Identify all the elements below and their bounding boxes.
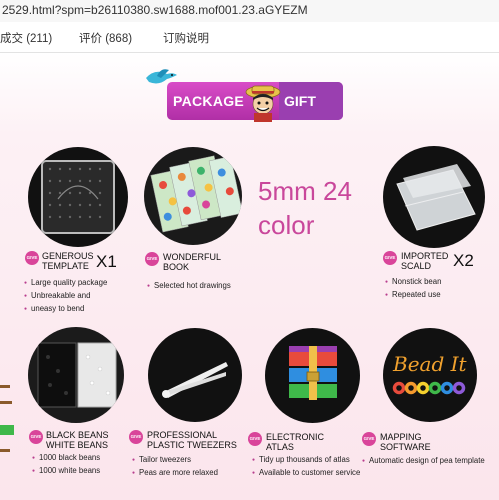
item-4-bullets: 1000 black beans 1000 white beans: [32, 452, 100, 478]
bead-it-logo-text: Bead It: [393, 352, 467, 376]
item-2-bullets: Selected hot drawings: [147, 280, 231, 293]
item-6-bullets: Tidy up thousands of atlas Available to …: [252, 454, 360, 480]
item-5-title-2: PLASTIC TWEEZERS: [147, 440, 237, 450]
item-5-bullet-2: Peas are more relaxed: [132, 467, 218, 480]
side-decoration: [0, 385, 14, 452]
tab-transactions[interactable]: 成交 (211): [0, 30, 52, 46]
bead-it-logo-image: Bead It: [383, 328, 477, 422]
give-badge-2: GIVE: [145, 252, 159, 266]
electronic-atlas-image: [265, 328, 360, 423]
item-6-title-2: ATLAS: [266, 442, 294, 452]
item-5-bullets: Tailor tweezers Peas are more relaxed: [132, 454, 218, 480]
item-4-bullet-1: 1000 black beans: [32, 452, 100, 465]
item-2-title-1: WONDERFUL: [163, 252, 221, 262]
item-7-bullet-1: Automatic design of pea template: [362, 455, 485, 468]
banner-gift-text: GIFT: [284, 93, 316, 109]
beans-bags-image: [28, 327, 124, 423]
pattern-book-image: [144, 147, 242, 245]
item-5-title-1: PROFESSIONAL: [147, 430, 218, 440]
item-3-title-1: IMPORTED: [401, 251, 449, 261]
headline-line-2: color: [258, 210, 315, 240]
item-2-bullet-1: Selected hot drawings: [147, 280, 231, 293]
item-1-title-2: TEMPLATE: [42, 261, 89, 271]
give-badge-7: GIVE: [362, 432, 376, 446]
item-3-bullet-2: Repeated use: [385, 289, 441, 302]
address-bar[interactable]: 2529.html?spm=b26110380.sw1688.mof001.23…: [0, 0, 499, 23]
item-1-bullet-1: Large quality package: [24, 277, 107, 290]
give-badge-1: GIVE: [25, 251, 39, 265]
item-1-bullets: Large quality package Unbreakable and un…: [24, 277, 107, 316]
item-1-multiplier: X1: [96, 252, 117, 271]
item-7-title-1: MAPPING: [380, 432, 422, 442]
item-4-title-2: WHITE BEANS: [46, 440, 109, 450]
item-1-bullet-2: Unbreakable and: [24, 290, 107, 303]
item-5-bullet-1: Tailor tweezers: [132, 454, 218, 467]
tab-reviews[interactable]: 评价 (868): [79, 30, 132, 46]
give-badge-6: GIVE: [248, 432, 262, 446]
url-text: 2529.html?spm=b26110380.sw1688.mof001.23…: [2, 3, 308, 17]
banner-package-text: PACKAGE: [173, 93, 245, 109]
tab-order-instructions[interactable]: 订购说明: [163, 30, 209, 46]
give-badge-5: GIVE: [129, 430, 143, 444]
give-badge-3: GIVE: [383, 251, 397, 265]
headline-line-1: 5mm 24: [258, 176, 352, 206]
item-7-bullets: Automatic design of pea template: [362, 455, 485, 468]
item-1-title-1: GENEROUS: [42, 251, 94, 261]
pirate-character-icon: [245, 85, 281, 122]
item-4-title-1: BLACK BEANS: [46, 430, 109, 440]
item-3-bullet-1: Nonstick bean: [385, 276, 441, 289]
item-3-multiplier: X2: [453, 251, 474, 270]
item-6-bullet-1: Tidy up thousands of atlas: [252, 454, 360, 467]
tab-bar: 成交 (211) 评价 (868) 订购说明: [0, 22, 499, 53]
item-7-title-2: SOFTWARE: [380, 442, 431, 452]
template-board-image: [28, 147, 128, 247]
item-2-title-2: BOOK: [163, 262, 190, 272]
item-3-bullets: Nonstick bean Repeated use: [385, 276, 441, 302]
item-6-bullet-2: Available to customer service: [252, 467, 360, 480]
tweezers-image: [148, 328, 242, 422]
item-3-title-2: SCALD: [401, 261, 432, 271]
scald-paper-image: [383, 146, 485, 248]
item-6-title-1: ELECTRONIC: [266, 432, 325, 442]
give-badge-4: GIVE: [29, 430, 43, 444]
item-1-bullet-3: uneasy to bend: [24, 303, 107, 316]
item-4-bullet-2: 1000 white beans: [32, 465, 100, 478]
